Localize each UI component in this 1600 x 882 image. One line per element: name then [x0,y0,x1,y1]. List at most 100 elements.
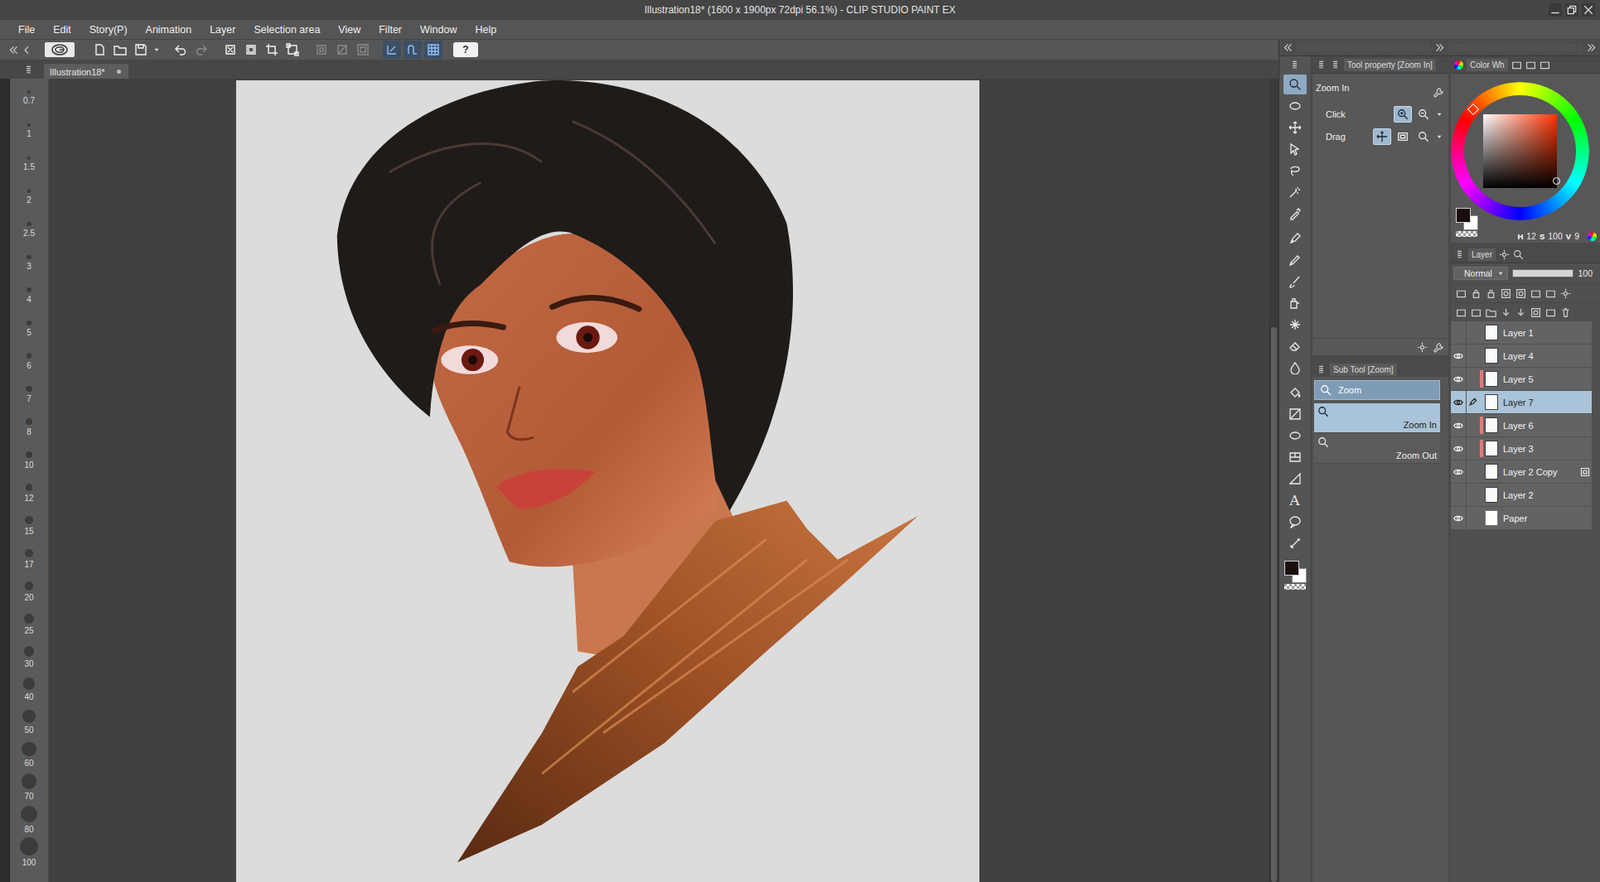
scroll-thumb[interactable] [1271,327,1277,882]
down-icon[interactable] [1515,307,1527,319]
tool-property-tab[interactable]: Tool property [Zoom In] [1343,58,1436,72]
brush-size-item[interactable]: 40 [9,671,49,705]
layer-search-icon[interactable] [1512,249,1524,261]
crop-button[interactable] [262,40,281,59]
close-tab-icon[interactable] [116,69,121,74]
save-button[interactable] [131,40,150,59]
balloon-tool[interactable] [1283,512,1307,532]
brush-size-item[interactable]: 7 [9,372,49,407]
settings-icon[interactable] [1416,342,1428,353]
figure-tool[interactable] [1283,425,1307,446]
move-tool[interactable] [1283,117,1307,138]
panel-menu-icon[interactable] [1315,59,1327,71]
transparent-swatch[interactable] [1455,231,1478,237]
menu-item[interactable]: Window [420,24,457,36]
panel-menu-icon[interactable] [1315,364,1327,376]
transform-button[interactable] [283,40,302,59]
dropdown-icon[interactable] [1435,132,1444,141]
new-button[interactable] [90,40,109,59]
expand-icon[interactable] [1434,42,1446,54]
trash-icon[interactable] [1560,307,1571,319]
zoom-tool[interactable] [1283,74,1307,95]
main-color-swatch[interactable] [1284,560,1300,576]
mask-icon[interactable] [1500,288,1512,300]
erase-selection-button[interactable] [221,40,240,59]
mask-icon[interactable] [1530,307,1542,319]
color-history-icon[interactable] [1525,59,1537,71]
brush-size-item[interactable]: 60 [9,737,49,771]
decoration-tool[interactable] [1283,314,1307,335]
brush-size-item[interactable]: 12 [9,472,49,506]
menu-item[interactable]: Selection area [253,24,320,36]
menu-item[interactable]: Help [474,24,497,36]
drag-rect-option[interactable] [1393,128,1412,146]
drag-zoom-option[interactable] [1414,128,1433,146]
grip-icon[interactable] [23,64,34,76]
layer-icon[interactable] [1545,307,1557,319]
undo-button[interactable] [171,40,190,59]
snap-special-button[interactable] [403,40,422,59]
brush-size-item[interactable]: 30 [9,638,49,672]
fill-tool[interactable] [1283,382,1307,403]
brush-size-item[interactable]: 17 [9,538,49,572]
brush-tool[interactable] [1283,271,1307,292]
lock-icon[interactable] [1485,288,1497,300]
menu-item[interactable]: Story(P) [89,24,128,36]
fill-selection-button[interactable] [241,40,261,59]
folder-icon[interactable] [1485,307,1497,319]
layer-row[interactable]: Layer 3 [1450,437,1592,461]
brush-size-item[interactable]: 5 [9,306,49,340]
grip-icon[interactable] [1289,59,1301,71]
sub-tool-item[interactable]: Zoom Out [1314,434,1441,465]
visibility-toggle[interactable] [1450,374,1466,385]
brush-size-item[interactable]: 2 [9,174,49,208]
layer-row[interactable]: Layer 5 [1450,367,1592,392]
minimize-icon[interactable] [1548,3,1562,17]
lock-icon[interactable] [1470,288,1482,300]
color-sphere-icon[interactable] [1587,232,1597,242]
brush-size-item[interactable]: 1.5 [9,140,49,175]
redo-button[interactable] [192,40,211,59]
mask-icon[interactable] [1580,467,1591,478]
brush-size-item[interactable]: 8 [9,406,49,440]
brush-size-item[interactable]: 70 [9,770,49,804]
layer-icon[interactable] [1530,288,1542,300]
deselect-button[interactable] [312,40,331,59]
layer-row[interactable]: Layer 1 [1450,321,1592,345]
layer-row[interactable]: Paper [1450,507,1592,531]
eyedropper-tool[interactable] [1283,203,1307,224]
layer-row[interactable]: Layer 4 [1450,344,1592,368]
operation-tool[interactable] [1283,139,1307,160]
sub-tool-item[interactable]: Zoom In [1314,403,1441,434]
invert-button[interactable] [333,40,352,59]
expand-right-icon[interactable] [1585,42,1597,54]
selection-tool[interactable] [1283,96,1307,117]
gear-icon[interactable] [1560,288,1571,300]
airbrush-tool[interactable] [1283,293,1307,314]
layer-row[interactable]: Layer 6 [1450,414,1592,438]
brush-size-item[interactable]: 25 [9,604,49,639]
blend-mode-select[interactable]: Normal [1453,266,1509,281]
document-tab[interactable]: Illustration18* [43,63,129,79]
menu-item[interactable]: Edit [53,24,72,36]
sub-tool-tab[interactable]: Sub Tool [Zoom] [1329,363,1397,377]
sub-tool-group[interactable]: Zoom [1314,380,1441,401]
menu-item[interactable]: Layer [209,24,236,36]
border-button[interactable] [353,40,373,59]
brush-size-item[interactable]: 80 [9,803,49,837]
visibility-toggle[interactable] [1450,467,1466,478]
blend-tool[interactable] [1283,357,1307,378]
opacity-value[interactable]: 100 [1577,268,1598,279]
canvas-view[interactable] [48,78,1269,882]
visibility-toggle[interactable] [1450,397,1466,408]
brush-size-item[interactable]: 3 [9,240,49,274]
wand-tool[interactable] [1283,182,1307,203]
layer-icon[interactable] [1455,288,1467,300]
layer-property-icon[interactable] [1498,249,1510,261]
clip-studio-logo[interactable] [44,42,75,58]
brush-size-item[interactable]: 100 [9,836,49,871]
collapse-icon[interactable] [1282,42,1294,54]
lasso-tool[interactable] [1283,160,1307,181]
zoom-out-option[interactable] [1414,106,1433,123]
pencil-tool[interactable] [1283,250,1307,271]
